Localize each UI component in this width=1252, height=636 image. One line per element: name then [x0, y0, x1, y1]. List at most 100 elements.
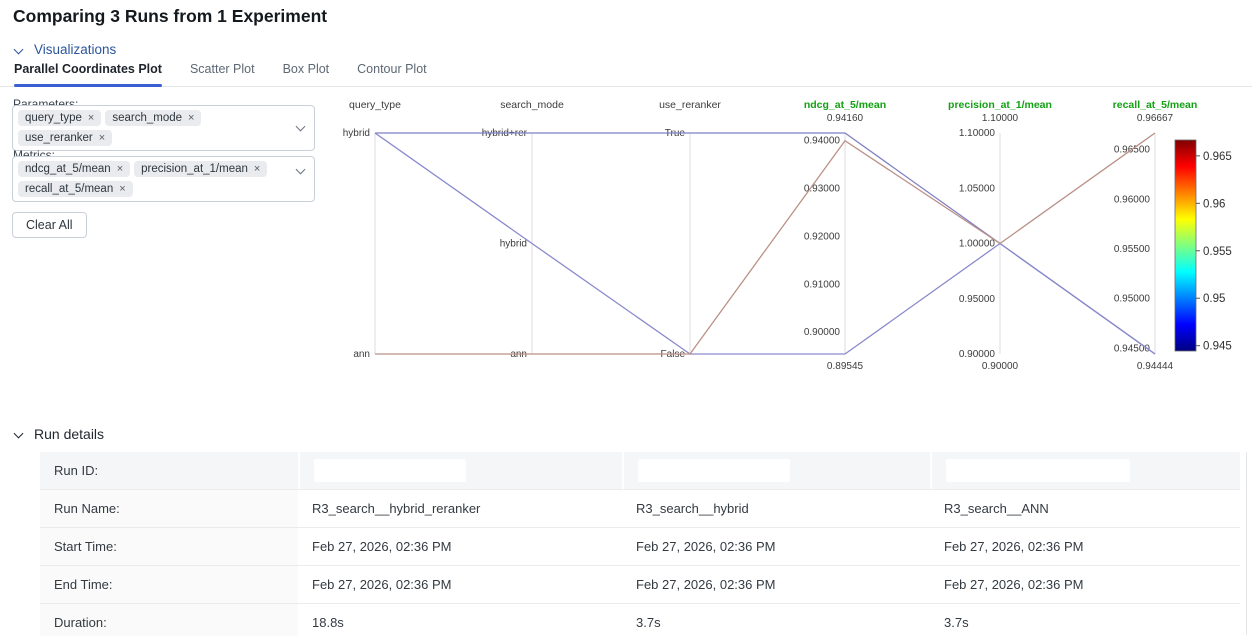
axis-min-label: 0.94444	[1137, 361, 1174, 372]
axis-category-label: ann	[353, 349, 370, 360]
tag-label: ndcg_at_5/mean	[25, 163, 111, 175]
run-line	[375, 133, 1155, 354]
tag-label: use_reranker	[25, 132, 93, 144]
axis-tick-label: 0.94000	[804, 136, 841, 147]
axis-tick-label: 0.96500	[1114, 145, 1151, 156]
tab-scatter-plot[interactable]: Scatter Plot	[190, 62, 255, 86]
table-row: Run Name:R3_search__hybrid_rerankerR3_se…	[40, 490, 1240, 528]
axis-tick-label: 0.95000	[1114, 294, 1151, 305]
remove-tag-icon[interactable]: ×	[254, 164, 260, 175]
row-label: End Time:	[40, 566, 298, 603]
parameter-tag-pill[interactable]: use_reranker ×	[18, 130, 112, 146]
colorbar: 0.965 0.96 0.955 0.95 0.945	[1175, 140, 1232, 353]
axis-max-label: 0.96667	[1137, 113, 1174, 124]
colorbar-tick-label: 0.965	[1203, 151, 1232, 163]
table-row: Start Time:Feb 27, 2026, 02:36 PMFeb 27,…	[40, 528, 1240, 566]
run-value-cell	[298, 452, 622, 489]
axis-title: precision_at_1/mean	[948, 99, 1052, 111]
colorbar-tick-label: 0.95	[1203, 293, 1225, 305]
run-line	[375, 133, 1155, 354]
axis-min-label: 0.89545	[827, 361, 864, 372]
tab-parallel-coordinates-plot[interactable]: Parallel Coordinates Plot	[14, 62, 162, 86]
clear-all-button[interactable]: Clear All	[12, 212, 87, 238]
remove-tag-icon[interactable]: ×	[119, 184, 125, 195]
axis-title: ndcg_at_5/mean	[804, 99, 886, 111]
plot-axis-use-reranker[interactable]: use_rerankerTrueFalse	[659, 99, 721, 360]
run-value-cell: Feb 27, 2026, 02:36 PM	[298, 566, 622, 603]
axis-tick-label: 0.92000	[804, 231, 841, 242]
redacted-run-id	[638, 459, 790, 482]
axis-tick-label: 0.94500	[1114, 343, 1151, 354]
metric-tag-pill[interactable]: recall_at_5/mean ×	[18, 181, 133, 197]
run-details-label: Run details	[34, 426, 104, 442]
colorbar-gradient	[1175, 140, 1196, 351]
remove-tag-icon[interactable]: ×	[99, 133, 105, 144]
axis-tick-label: 0.95500	[1114, 244, 1151, 255]
page-title: Comparing 3 Runs from 1 Experiment	[13, 6, 327, 27]
tab-contour-plot[interactable]: Contour Plot	[357, 62, 426, 86]
chevron-down-icon	[296, 165, 306, 175]
axis-title: use_reranker	[659, 99, 721, 111]
axis-max-label: 1.10000	[982, 113, 1019, 124]
axis-title: recall_at_5/mean	[1113, 99, 1198, 111]
visualizations-label: Visualizations	[34, 42, 116, 57]
axis-category-label: hybrid	[343, 128, 370, 139]
run-details-table: Run ID:Run Name:R3_search__hybrid_rerank…	[40, 452, 1240, 636]
tag-label: precision_at_1/mean	[141, 163, 248, 175]
visualizations-section-header[interactable]: Visualizations	[14, 42, 116, 57]
row-label: Duration:	[40, 604, 298, 636]
remove-tag-icon[interactable]: ×	[117, 164, 123, 175]
metric-tag-pill[interactable]: ndcg_at_5/mean ×	[18, 161, 130, 177]
plot-axis-query-type[interactable]: query_typehybrid ann	[343, 99, 401, 360]
parameters-select[interactable]: query_type × search_mode × use_reranker ×	[12, 105, 315, 151]
axis-title: search_mode	[500, 99, 564, 111]
colorbar-tick-label: 0.955	[1203, 246, 1232, 258]
run-value-cell: Feb 27, 2026, 02:36 PM	[930, 528, 1240, 565]
axis-max-label: 0.94160	[827, 113, 864, 124]
run-value-cell: R3_search__ANN	[930, 490, 1240, 527]
run-value-cell: 3.7s	[930, 604, 1240, 636]
chevron-down-icon	[14, 45, 24, 55]
run-details-section-header[interactable]: Run details	[14, 426, 104, 442]
row-label: Start Time:	[40, 528, 298, 565]
plot-type-tabbar: Parallel Coordinates Plot Scatter Plot Box…	[0, 62, 1252, 87]
table-row: End Time:Feb 27, 2026, 02:36 PMFeb 27, 2…	[40, 566, 1240, 604]
colorbar-tick-label: 0.96	[1203, 198, 1225, 210]
remove-tag-icon[interactable]: ×	[88, 113, 94, 124]
tab-box-plot[interactable]: Box Plot	[283, 62, 330, 86]
table-row: Run ID:	[40, 452, 1240, 490]
parallel-coordinates-plot[interactable]: query_typehybridannsearch_modehybrid+rer…	[330, 92, 1252, 392]
run-value-cell: 18.8s	[298, 604, 622, 636]
parameter-tag-pill[interactable]: search_mode ×	[105, 110, 201, 126]
table-right-border	[1246, 452, 1247, 635]
tag-label: search_mode	[112, 112, 182, 124]
row-label: Run ID:	[40, 452, 298, 489]
table-row: Duration:18.8s3.7s3.7s	[40, 604, 1240, 636]
axis-tick-label: 0.91000	[804, 279, 841, 290]
axis-tick-label: 1.00000	[959, 239, 996, 250]
tag-label: recall_at_5/mean	[25, 183, 113, 195]
axis-tick-label: 1.05000	[959, 183, 996, 194]
remove-tag-icon[interactable]: ×	[188, 113, 194, 124]
parameter-tag-pill[interactable]: query_type ×	[18, 110, 101, 126]
metrics-select[interactable]: ndcg_at_5/mean×precision_at_1/mean×recal…	[12, 156, 315, 202]
run-value-cell: Feb 27, 2026, 02:36 PM	[930, 566, 1240, 603]
plot-axis-search-mode[interactable]: search_modehybrid+rerhybridann	[482, 99, 564, 360]
redacted-run-id	[314, 459, 466, 482]
run-value-cell: R3_search__hybrid	[622, 490, 930, 527]
axis-tick-label: 0.90000	[959, 349, 996, 360]
axis-tick-label: 1.10000	[959, 128, 996, 139]
run-value-cell: Feb 27, 2026, 02:36 PM	[622, 528, 930, 565]
run-value-cell: Feb 27, 2026, 02:36 PM	[298, 528, 622, 565]
run-value-cell	[622, 452, 930, 489]
axis-tick-label: 0.95000	[959, 294, 996, 305]
plot-axis-precision-at-1-mean[interactable]: precision_at_1/mean 1.10000 0.90000 1.10000…	[948, 99, 1052, 372]
colorbar-tick-label: 0.945	[1203, 341, 1232, 353]
tag-label: query_type	[25, 112, 82, 124]
axis-min-label: 0.90000	[982, 361, 1019, 372]
run-value-cell: Feb 27, 2026, 02:36 PM	[622, 566, 930, 603]
axis-category-label: hybrid	[500, 239, 527, 250]
axis-tick-label: 0.96000	[1114, 194, 1151, 205]
metric-tag-pill[interactable]: precision_at_1/mean ×	[134, 161, 267, 177]
axis-title: query_type	[349, 99, 401, 111]
